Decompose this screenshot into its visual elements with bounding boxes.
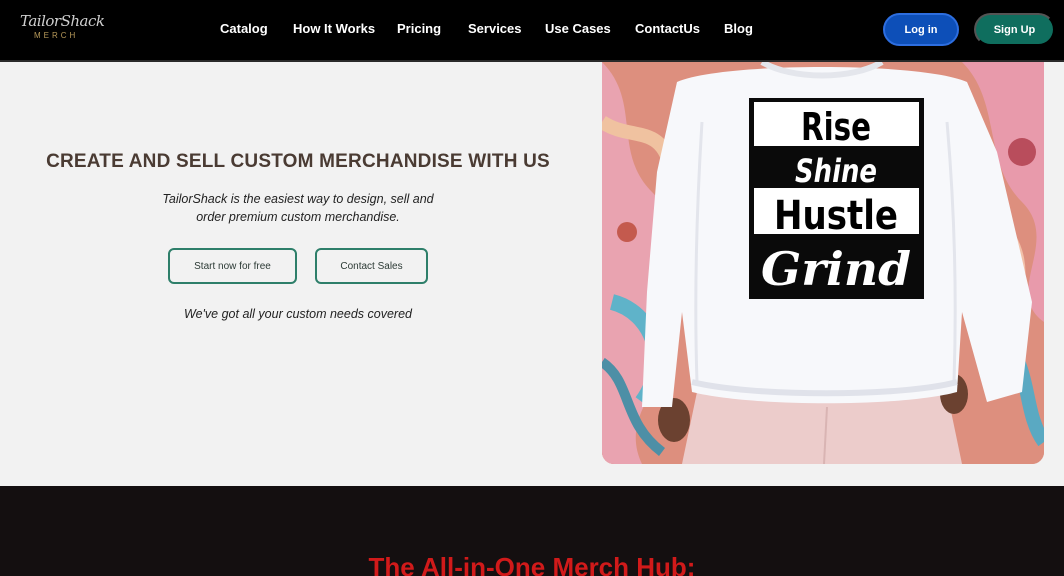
print-line-grind: Grind [761, 242, 911, 296]
print-line-hustle: Hustle [774, 193, 898, 239]
hero-title: CREATE AND SELL CUSTOM MERCHANDISE WITH … [46, 151, 550, 172]
hero-subtitle: TailorShack is the easiest way to design… [162, 192, 434, 224]
start-free-button[interactable]: Start now for free [168, 248, 297, 284]
contact-sales-button[interactable]: Contact Sales [315, 248, 428, 284]
merch-hub-section: The All-in-One Merch Hub: [0, 486, 1064, 576]
signup-button[interactable]: Sign Up [974, 13, 1055, 46]
nav-contact-us[interactable]: ContactUs [635, 21, 700, 36]
print-line-rise: Rise [801, 105, 871, 149]
nav-pricing[interactable]: Pricing [397, 21, 441, 36]
hero-tagline: We've got all your custom needs covered [184, 307, 412, 321]
login-button[interactable]: Log in [883, 13, 959, 46]
nav-catalog[interactable]: Catalog [220, 21, 268, 36]
hero-product-image: Rise Shine Hustle Grind [602, 62, 1044, 464]
print-line-shine: Shine [795, 152, 877, 190]
top-navbar: TailorShack MERCH Catalog How It Works P… [0, 0, 1064, 62]
nav-how-it-works[interactable]: How It Works [293, 21, 375, 36]
nav-use-cases[interactable]: Use Cases [545, 21, 611, 36]
merch-hub-title: The All-in-One Merch Hub: [368, 552, 696, 576]
nav-services[interactable]: Services [468, 21, 522, 36]
sweatshirt-photo: Rise Shine Hustle Grind [602, 62, 1044, 464]
nav-blog[interactable]: Blog [724, 21, 753, 36]
